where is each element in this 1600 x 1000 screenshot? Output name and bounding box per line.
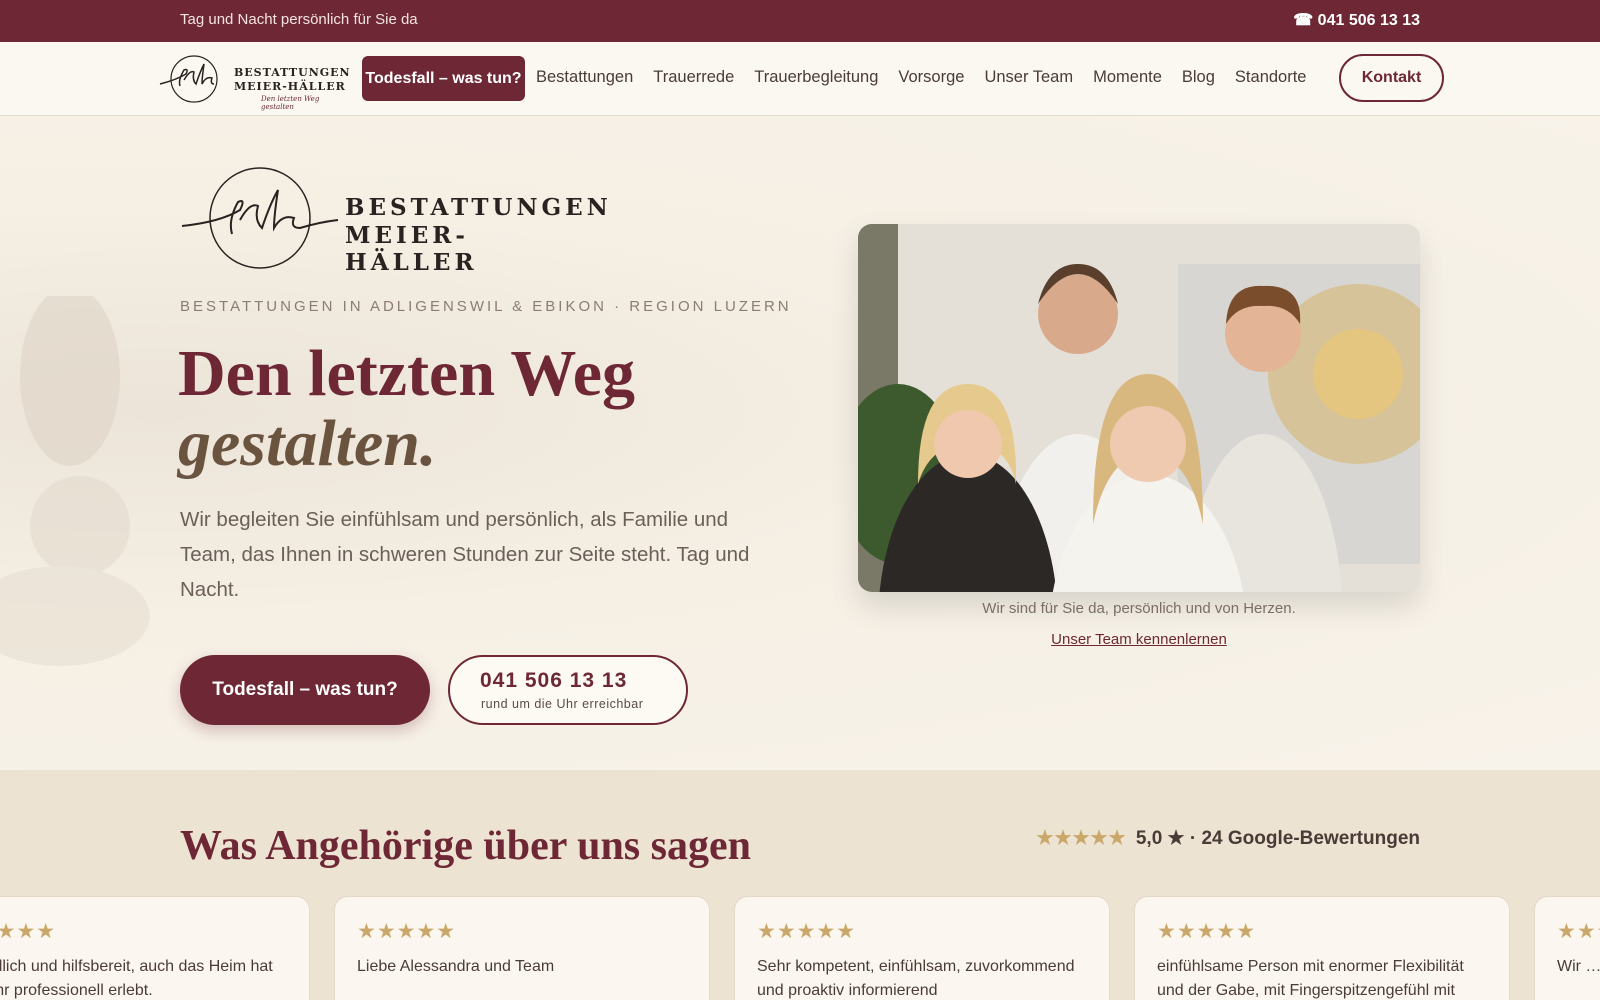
nav-link-trauerbegleitung[interactable]: Trauerbegleitung [754, 68, 878, 87]
google-rating-summary[interactable]: ★★★★★ 5,0 ★ · 24 Google-Bewertungen [1036, 827, 1420, 850]
todesfall-nav-button[interactable]: Todesfall – was tun? [362, 56, 525, 101]
rating-stars-icon: ★★★★★ [1036, 828, 1127, 849]
phone-availability: rund um die Uhr erreichbar [481, 697, 644, 711]
nav-link-momente[interactable]: Momente [1093, 68, 1162, 87]
nav-link-standorte[interactable]: Standorte [1235, 68, 1307, 87]
hero-lead-text: Wir begleiten Sie einfühlsam und persönl… [180, 508, 750, 601]
nav-logo-line1: BESTATTUNGEN [234, 66, 351, 79]
review-card: ★★★★★ freundlich und hilfsbereit, auch d… [0, 896, 310, 1000]
hero-section: BESTATTUNGEN MEIER-HÄLLER BESTATTUNGEN I… [0, 116, 1600, 770]
hero-logo-line1: BESTATTUNGEN [345, 194, 612, 221]
review-text: Sehr kompetent, einfühlsam, zuvorkommend… [757, 958, 1075, 999]
review-stars-icon: ★★★★★ [357, 919, 457, 943]
topbar-tagline: Tag und Nacht persönlich für Sie da [180, 11, 418, 28]
nav-link-bestattungen[interactable]: Bestattungen [536, 68, 633, 87]
hero-eyebrow: BESTATTUNGEN IN ADLIGENSWIL & EBIKON · R… [180, 298, 792, 315]
review-stars-icon: ★★★★★ [0, 919, 57, 943]
nav-link-unser-team[interactable]: Unser Team [984, 68, 1073, 87]
review-stars-icon: ★★★★★ [757, 919, 857, 943]
monogram-logo-icon [159, 55, 218, 103]
review-stars-icon: ★★★★★ [1157, 919, 1257, 943]
hero-logo-line2: MEIER-HÄLLER [345, 222, 478, 276]
review-text: einfühlsame Person mit enormer Flexibili… [1157, 958, 1464, 999]
nav-link-vorsorge[interactable]: Vorsorge [898, 68, 964, 87]
review-card: ★★★★★ Liebe Alessandra und Team [334, 896, 710, 1000]
phone-number: 041 506 13 13 [480, 669, 628, 692]
hero-headline-accent: gestalten. [178, 407, 437, 480]
main-navigation: BESTATTUNGEN MEIER-HÄLLER Den letzten We… [0, 42, 1600, 116]
phone-call-button[interactable]: 041 506 13 13 rund um die Uhr erreichbar [448, 655, 688, 725]
todesfall-hero-button[interactable]: Todesfall – was tun? [180, 655, 430, 725]
team-photo [858, 224, 1420, 592]
photo-caption: Wir sind für Sie da, persönlich und von … [982, 600, 1296, 617]
nav-link-trauerrede[interactable]: Trauerrede [653, 68, 734, 87]
team-link[interactable]: Unser Team kennenlernen [858, 631, 1420, 648]
nav-links: Bestattungen Trauerrede Trauerbegleitung… [536, 68, 1306, 87]
nav-link-blog[interactable]: Blog [1182, 68, 1215, 87]
review-card: ★★★★★ Wir … Best… [1534, 896, 1600, 1000]
review-text: Wir … Best… [1557, 958, 1600, 975]
angel-statue-decoration [0, 296, 150, 666]
nav-logo[interactable]: BESTATTUNGEN MEIER-HÄLLER Den letzten We… [156, 50, 350, 111]
review-stars-icon: ★★★★★ [1557, 919, 1600, 943]
review-card: ★★★★★ Sehr kompetent, einfühlsam, zuvork… [734, 896, 1110, 1000]
review-card: ★★★★★ einfühlsame Person mit enormer Fle… [1134, 896, 1510, 1000]
hero-monogram-icon [181, 167, 339, 269]
review-text: freundlich und hilfsbereit, auch das Hei… [0, 958, 273, 999]
hero-headline: Den letzten Weg [178, 337, 636, 410]
rating-text: 5,0 ★ · 24 Google-Bewertungen [1135, 828, 1420, 849]
nav-logo-slogan: Den letzten Weg gestalten [261, 95, 320, 111]
top-info-bar: Tag und Nacht persönlich für Sie da ☎ 04… [0, 0, 1600, 42]
review-text: Liebe Alessandra und Team [357, 958, 555, 975]
hero-logo: BESTATTUNGEN MEIER-HÄLLER [180, 164, 608, 276]
nav-logo-line2: MEIER-HÄLLER [234, 80, 346, 93]
team-photo-illustration [858, 224, 1420, 592]
reviews-section: Was Angehörige über uns sagen ★★★★★ 5,0 … [0, 770, 1600, 1000]
reviews-title: Was Angehörige über uns sagen [180, 823, 751, 869]
topbar-phone-link[interactable]: ☎ 041 506 13 13 [1293, 10, 1420, 30]
kontakt-button[interactable]: Kontakt [1339, 54, 1444, 102]
